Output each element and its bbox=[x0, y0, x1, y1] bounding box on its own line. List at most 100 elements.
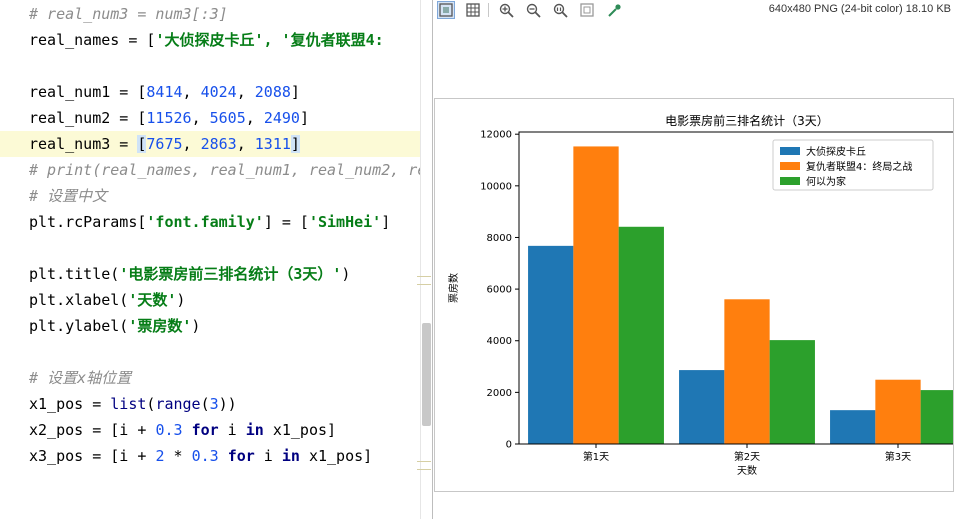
code-token: 'font.family' bbox=[146, 213, 264, 231]
bar bbox=[920, 390, 953, 444]
code-line[interactable]: # 设置x轴位置 bbox=[0, 365, 420, 391]
code-line[interactable] bbox=[0, 53, 420, 79]
code-line[interactable]: plt.rcParams['font.family'] = ['SimHei'] bbox=[0, 209, 420, 235]
y-tick-label: 2000 bbox=[487, 388, 512, 399]
code-token: ] = [ bbox=[263, 213, 309, 231]
code-token: , bbox=[182, 83, 201, 101]
code-line[interactable]: real_num1 = [8414, 4024, 2088] bbox=[0, 79, 420, 105]
y-tick-label: 4000 bbox=[487, 336, 512, 347]
code-token: # real_num3 = num3[:3] bbox=[29, 5, 228, 23]
code-token: ] bbox=[290, 135, 300, 153]
code-token: ) bbox=[341, 265, 351, 283]
bar bbox=[618, 226, 664, 444]
code-token: , bbox=[236, 135, 255, 153]
code-token: 0.3 bbox=[155, 421, 183, 439]
zoom-out-icon[interactable] bbox=[524, 1, 542, 19]
y-axis-label: 票房数 bbox=[447, 273, 460, 303]
code-line[interactable]: real_num3 = [7675, 2863, 1311] bbox=[0, 131, 420, 157]
legend-swatch bbox=[780, 147, 800, 155]
code-token: 4024 bbox=[200, 83, 237, 101]
code-token: , bbox=[182, 135, 201, 153]
code-token: 3 bbox=[209, 395, 219, 413]
y-tick-label: 0 bbox=[506, 440, 512, 451]
code-line[interactable]: x2_pos = [i + 0.3 for i in x1_pos] bbox=[0, 417, 420, 443]
code-token: list bbox=[110, 395, 147, 413]
bar-chart: 电影票房前三排名统计（3天） 0 2000 4000 6000 8000 10000 1200… bbox=[447, 113, 953, 477]
code-token: ( bbox=[200, 395, 210, 413]
code-line[interactable]: x3_pos = [i + 2 * 0.3 for i in x1_pos] bbox=[0, 443, 420, 469]
bar bbox=[679, 370, 725, 444]
code-token: i bbox=[218, 421, 246, 439]
toolbar-separator bbox=[488, 3, 489, 17]
bar bbox=[769, 340, 815, 444]
code-token: plt.xlabel( bbox=[29, 291, 129, 309]
code-token: ) bbox=[176, 291, 186, 309]
code-token: plt.rcParams[ bbox=[29, 213, 147, 231]
code-token: plt.ylabel( bbox=[29, 317, 129, 335]
code-token: in bbox=[281, 447, 300, 465]
code-token: real_num3 = bbox=[29, 135, 138, 153]
background-icon[interactable] bbox=[578, 1, 596, 19]
code-token: range bbox=[155, 395, 201, 413]
code-token: plt.title( bbox=[29, 265, 120, 283]
y-tick-label: 8000 bbox=[487, 233, 512, 244]
code-token: real_num1 = [ bbox=[29, 83, 147, 101]
x-tick-label: 第2天 bbox=[734, 450, 760, 463]
legend-label: 大侦探皮卡丘 bbox=[806, 145, 866, 158]
legend-label: 何以为家 bbox=[806, 175, 846, 188]
code-token: real_names = [ bbox=[29, 31, 156, 49]
bar bbox=[724, 299, 770, 444]
grid-icon[interactable] bbox=[464, 1, 482, 19]
y-tick-label: 6000 bbox=[487, 285, 512, 296]
x-tick-label: 第3天 bbox=[885, 450, 911, 463]
actual-size-icon[interactable] bbox=[551, 1, 569, 19]
code-line[interactable]: plt.title('电影票房前三排名统计（3天）') bbox=[0, 261, 420, 287]
code-token: # 设置x轴位置 bbox=[29, 369, 132, 387]
code-token: * bbox=[164, 447, 192, 465]
code-token: '票房数' bbox=[128, 317, 192, 335]
code-editor[interactable]: # real_num3 = num3[:3] real_names = ['大侦探… bbox=[0, 0, 432, 519]
x-axis-label: 天数 bbox=[737, 464, 757, 477]
code-line[interactable] bbox=[0, 339, 420, 365]
code-line[interactable]: # real_num3 = num3[:3] bbox=[0, 1, 420, 27]
code-line[interactable]: real_names = ['大侦探皮卡丘', '复仇者联盟4: bbox=[0, 27, 420, 53]
zoom-in-icon[interactable] bbox=[497, 1, 515, 19]
code-line[interactable] bbox=[0, 235, 420, 261]
code-token: 2863 bbox=[200, 135, 237, 153]
fit-window-icon[interactable] bbox=[437, 1, 455, 19]
fold-marker[interactable] bbox=[417, 276, 431, 285]
code-line[interactable]: plt.ylabel('票房数') bbox=[0, 313, 420, 339]
code-line[interactable]: # 设置中文 bbox=[0, 183, 420, 209]
code-token: 11526 bbox=[146, 109, 192, 127]
bar bbox=[528, 245, 574, 444]
color-picker-icon[interactable] bbox=[605, 1, 623, 19]
code-token: '电影票房前三排名统计（3天）' bbox=[119, 265, 342, 283]
bar bbox=[573, 146, 619, 445]
code-token: 'SimHei' bbox=[308, 213, 382, 231]
code-token: 2088 bbox=[254, 83, 291, 101]
image-viewer: 640x480 PNG (24-bit color) 18.10 KB 电影票房… bbox=[433, 0, 955, 519]
code-token: 7675 bbox=[146, 135, 183, 153]
code-line[interactable]: real_num2 = [11526, 5605, 2490] bbox=[0, 105, 420, 131]
code-line[interactable]: x1_pos = list(range(3)) bbox=[0, 391, 420, 417]
code-line[interactable]: # print(real_names, real_num1, real_num2… bbox=[0, 157, 420, 183]
code-token: ] bbox=[299, 109, 309, 127]
code-token: '大侦探皮卡丘', '复仇者联盟4: bbox=[155, 31, 384, 49]
code-token: , bbox=[236, 83, 255, 101]
code-token: real_num2 = [ bbox=[29, 109, 147, 127]
code-token: x1_pos = bbox=[29, 395, 111, 413]
code-token: x3_pos = [i + bbox=[29, 447, 156, 465]
code-token: for bbox=[227, 447, 255, 465]
code-token: 8414 bbox=[146, 83, 183, 101]
legend-swatch bbox=[780, 162, 800, 170]
fold-marker[interactable] bbox=[417, 461, 431, 470]
code-line[interactable]: plt.xlabel('天数') bbox=[0, 287, 420, 313]
code-token: for bbox=[191, 421, 219, 439]
code-token: x1_pos] bbox=[299, 447, 373, 465]
code-token: i bbox=[254, 447, 282, 465]
chart-title: 电影票房前三排名统计（3天） bbox=[665, 113, 829, 128]
code-token: , bbox=[191, 109, 210, 127]
y-tick-label: 10000 bbox=[480, 181, 512, 192]
editor-scrollbar-thumb[interactable] bbox=[422, 323, 431, 426]
